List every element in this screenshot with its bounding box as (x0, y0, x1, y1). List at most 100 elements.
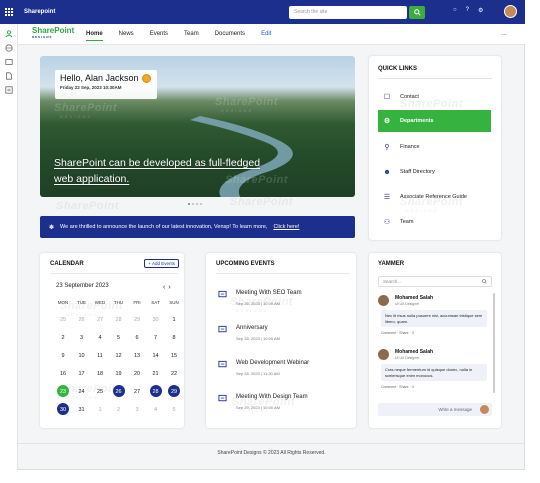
search-button[interactable] (409, 6, 425, 19)
nav-edit[interactable]: Edit (261, 31, 271, 37)
post-actions[interactable]: Comment · Share · 4 (381, 385, 414, 389)
event-title: Web Development Webinar (236, 360, 310, 366)
calendar-day[interactable]: 9 (56, 350, 70, 362)
calendar-day[interactable]: 12 (112, 350, 126, 362)
calendar-day[interactable]: 25 (93, 386, 107, 398)
calendar-day[interactable]: 19 (112, 368, 126, 380)
calendar-day[interactable]: 16 (56, 368, 70, 380)
calendar-day[interactable]: 29 (167, 385, 181, 398)
calendar-day[interactable]: 14 (149, 350, 163, 362)
calendar-day[interactable]: 5 (167, 404, 181, 416)
author-name[interactable]: Mohamed Salah (395, 349, 433, 355)
calendar-day[interactable]: 23 (56, 385, 70, 398)
calendar-day[interactable]: 3 (75, 332, 89, 344)
calendar-day[interactable]: 26 (112, 385, 126, 398)
calendar-day[interactable]: 30 (149, 314, 163, 326)
notification-bell-icon[interactable]: ○ (453, 7, 457, 14)
add-events-button[interactable]: + Add Events (144, 259, 179, 268)
watermark: SharePointDESIGNS (54, 102, 118, 119)
user-avatar[interactable] (504, 5, 517, 18)
settings-gear-icon[interactable]: ⚙ (478, 7, 483, 14)
calendar-day[interactable]: 3 (130, 404, 144, 416)
calendar-day[interactable]: 31 (75, 404, 89, 416)
carousel-dots[interactable] (188, 203, 202, 205)
calendar-day[interactable]: 28 (112, 314, 126, 326)
people-icon: ✽ (49, 224, 55, 231)
site-name[interactable]: Sharepoint (24, 9, 55, 15)
watermark: SharePointDESIGNS (215, 96, 279, 113)
presentation-icon (218, 394, 227, 402)
calendar-day[interactable]: 7 (149, 332, 163, 344)
calendar-day[interactable]: 27 (93, 314, 107, 326)
hero-caption[interactable]: SharePoint can be developed as full-fled… (54, 155, 294, 187)
calendar-day[interactable]: 10 (75, 350, 89, 362)
author-avatar[interactable] (378, 349, 389, 360)
announcement-link[interactable]: Click here! (273, 224, 299, 230)
quick-link-associate-reference-guide[interactable]: ☰ Associate Reference Guide (378, 188, 491, 206)
quick-link-finance[interactable]: ⚲ Finance (378, 138, 491, 156)
greeting-card: Hello, Alan Jackson Friday 22 Sep, 2023 … (55, 70, 157, 99)
quick-link-contact[interactable]: ☐ Contact (378, 88, 491, 106)
calendar-day[interactable]: 15 (167, 350, 181, 362)
calendar-day[interactable]: 17 (75, 368, 89, 380)
nav-team[interactable]: Team (184, 31, 199, 37)
calendar-day[interactable]: 25 (56, 314, 70, 326)
calendar-day[interactable]: 2 (56, 332, 70, 344)
calendar-day[interactable]: 1 (93, 404, 107, 416)
calendar-day[interactable]: 1 (167, 314, 181, 326)
app-launcher-icon[interactable] (0, 0, 18, 24)
lists-icon[interactable] (5, 86, 13, 94)
watermark: SharePoint (230, 196, 294, 208)
calendar-day[interactable]: 20 (130, 368, 144, 380)
sharepoint-home-icon[interactable] (5, 30, 13, 38)
nav-home[interactable]: Home (86, 31, 103, 41)
site-search-input[interactable]: Search the site (289, 6, 407, 19)
carousel-dot[interactable] (188, 203, 190, 205)
quick-link-departments[interactable]: ⚙ Departments (378, 110, 491, 132)
author-avatar[interactable] (378, 295, 389, 306)
calendar-day[interactable]: 2 (112, 404, 126, 416)
calendar-day[interactable]: 28 (149, 385, 163, 398)
calendar-day[interactable]: 13 (130, 350, 144, 362)
upcoming-events-title: UPCOMING EVENTS (216, 261, 275, 267)
divider (378, 78, 492, 79)
author-name[interactable]: Mohamed Salah (395, 295, 433, 301)
nav-events[interactable]: Events (150, 31, 168, 37)
calendar-day[interactable]: 24 (75, 386, 89, 398)
next-month-chevron-icon[interactable]: › (168, 284, 173, 291)
yammer-feed[interactable]: Mohamed Salah UI UX Designer Nec lit risus… (378, 293, 492, 405)
carousel-dot[interactable] (192, 203, 194, 205)
carousel-dot[interactable] (200, 203, 202, 205)
calendar-day[interactable]: 18 (93, 368, 107, 380)
post-body: Cras neque fermentum id quisque donec, n… (381, 364, 487, 381)
calendar-day[interactable]: 4 (93, 332, 107, 344)
nav-documents[interactable]: Documents (215, 31, 245, 37)
team-icon: ⚇ (383, 219, 391, 226)
globe-icon[interactable] (5, 44, 13, 52)
calendar-day[interactable]: 30 (56, 403, 70, 416)
news-icon[interactable] (5, 58, 13, 66)
hero-caption-line2: web application. (54, 173, 130, 185)
calendar-day[interactable]: 29 (130, 314, 144, 326)
document-icon[interactable] (5, 72, 13, 80)
calendar-day[interactable]: 11 (93, 350, 107, 362)
calendar-day[interactable]: 5 (112, 332, 126, 344)
yammer-scrollbar[interactable] (493, 293, 495, 393)
calendar-day[interactable]: 21 (149, 368, 163, 380)
site-logo[interactable]: SharePoint DESIGNS (32, 27, 74, 41)
yammer-compose-input[interactable]: Write a message (378, 403, 492, 416)
nav-news[interactable]: News (119, 31, 134, 37)
calendar-day[interactable]: 26 (75, 314, 89, 326)
calendar-day[interactable]: 6 (130, 332, 144, 344)
calendar-day[interactable]: 22 (167, 368, 181, 380)
carousel-dot[interactable] (196, 203, 198, 205)
calendar-day[interactable]: 4 (149, 404, 163, 416)
yammer-search-input[interactable]: Search... (378, 276, 492, 287)
calendar-day[interactable]: 27 (130, 386, 144, 398)
post-actions[interactable]: Comment · Share · 4 (381, 331, 414, 335)
help-icon[interactable]: ? (466, 7, 469, 14)
more-options-icon[interactable]: ... (501, 30, 507, 37)
calendar-day[interactable]: 8 (167, 332, 181, 344)
quick-link-staff-directory[interactable]: ☻ Staff Directory (378, 163, 491, 181)
quick-link-team[interactable]: ⚇ Team (378, 213, 491, 231)
